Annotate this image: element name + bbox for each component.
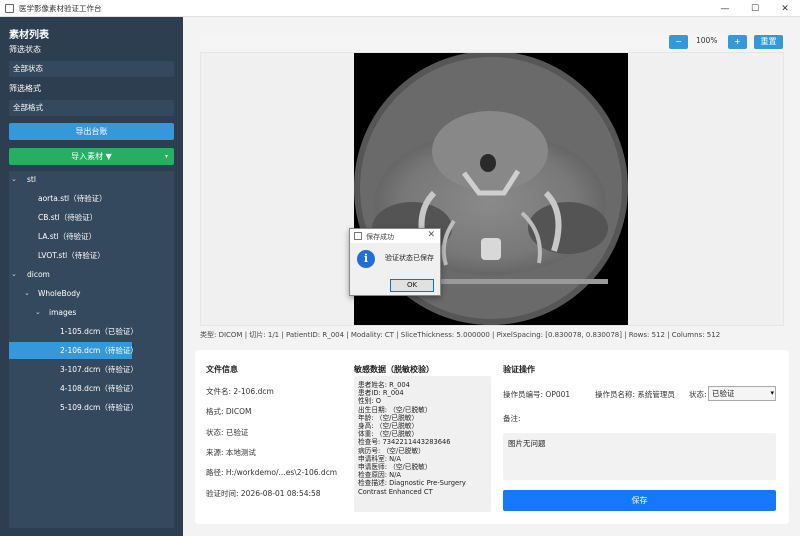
dialog-message: 验证状态已保存 (385, 254, 434, 262)
tree-file-la[interactable]: LA.stl（待验证） (38, 228, 96, 245)
sensitive-line: 病历号: （空/已脱敏） (358, 446, 425, 455)
status-filter-label: 筛选状态 (9, 45, 41, 54)
verified-time: 验证时间: 2026-08-01 08:54:58 (206, 489, 321, 498)
status-filter-select[interactable]: 全部状态 (9, 61, 174, 77)
chevron-down-icon[interactable]: ⌄ (24, 289, 30, 297)
sensitive-line: 性别: O (358, 397, 382, 406)
sensitive-line: 申请科室: N/A (358, 454, 401, 463)
tree-file-1-105[interactable]: 1-105.dcm（已验证） (60, 323, 138, 340)
tree-file-4-108[interactable]: 4-108.dcm（待验证） (60, 380, 138, 397)
save-button[interactable]: 保存 (503, 490, 776, 511)
dialog-title: 保存成功 (366, 233, 394, 241)
window-titlebar: 医学影像素材验证工作台 — ☐ ✕ (0, 0, 800, 17)
minimize-button[interactable]: — (710, 0, 740, 17)
file-source: 来源: 本地测试 (206, 448, 256, 457)
info-icon: i (357, 250, 375, 268)
dialog-titlebar: 保存成功 ✕ (350, 229, 440, 243)
save-success-dialog: 保存成功 ✕ i 验证状态已保存 OK (349, 228, 441, 296)
tree-file-aorta[interactable]: aorta.stl（待验证） (38, 190, 107, 207)
ok-button[interactable]: OK (390, 279, 434, 292)
file-info-title: 文件信息 (206, 365, 238, 374)
operator-id: 操作员编号: OP001 (503, 390, 571, 399)
tree-folder-images[interactable]: images (49, 304, 76, 321)
sensitive-line: 检查号: 7342211443283646 (358, 438, 451, 447)
tree-folder-dicom[interactable]: dicom (27, 266, 50, 283)
close-button[interactable]: ✕ (770, 0, 800, 17)
remark-textarea[interactable]: 图片无问题 (503, 433, 776, 480)
dicom-info-line: 类型: DICOM | 切片: 1/1 | PatientID: R_004 |… (200, 331, 721, 339)
zoom-in-button[interactable]: + (728, 35, 747, 49)
reset-button[interactable]: 重置 (754, 35, 783, 49)
sidebar-title: 素材列表 (9, 30, 49, 41)
sensitive-line: 年龄: （空/已脱敏） (358, 413, 419, 422)
zoom-out-button[interactable]: − (669, 35, 688, 49)
format-filter-label: 筛选格式 (9, 84, 41, 93)
sensitive-line: 检查描述: Diagnostic Pre-Surgery Contrast En… (358, 479, 466, 496)
operator-name: 操作员名称: 系统管理员 (595, 390, 675, 399)
chevron-down-icon[interactable]: ⌄ (11, 270, 17, 278)
import-material-button[interactable]: 导入素材 ▼ ▾ (9, 148, 174, 165)
remark-label: 备注: (503, 414, 521, 423)
tree-file-3-107[interactable]: 3-107.dcm（待验证） (60, 361, 138, 378)
status-select-value: 已验证 (712, 389, 735, 398)
maximize-button[interactable]: ☐ (740, 0, 770, 17)
dialog-app-icon (354, 232, 362, 240)
tree-file-5-109[interactable]: 5-109.dcm（待验证） (60, 399, 138, 416)
import-material-label: 导入素材 ▼ (71, 152, 112, 161)
sensitive-line: 出生日期: （空/已脱敏） (358, 405, 432, 414)
material-tree: ⌄ stl aorta.stl（待验证） CB.stl（待验证） LA.stl（… (9, 171, 174, 528)
app-icon (5, 3, 14, 13)
sensitive-line: 患者姓名: R_004 (358, 381, 410, 389)
chevron-down-icon[interactable]: ⌄ (11, 175, 17, 183)
file-path: 路径: H:/workdemo/...es\2-106.dcm (206, 468, 338, 477)
tree-folder-stl[interactable]: stl (27, 171, 36, 188)
verify-title: 验证操作 (503, 365, 535, 374)
window-title: 医学影像素材验证工作台 (19, 3, 102, 13)
sensitive-data-box: 患者姓名: R_004 患者ID: R_004 性别: O 出生日期: （空/已… (354, 376, 491, 512)
tree-file-cb[interactable]: CB.stl（待验证） (38, 209, 97, 226)
sensitive-line: 身高: （空/已脱敏） (358, 422, 419, 431)
sensitive-data-title: 敏感数据（脱敏校验） (354, 365, 434, 374)
status-select[interactable]: 已验证 ▾ (708, 386, 776, 401)
status-label: 状态: (689, 390, 707, 399)
sensitive-line: 申请医师: （空/已脱敏） (358, 463, 432, 472)
chevron-down-icon[interactable]: ▾ (770, 387, 774, 400)
zoom-level: 100% (696, 36, 718, 45)
tree-folder-wholebody[interactable]: WholeBody (38, 285, 80, 302)
sidebar: 素材列表 筛选状态 全部状态 筛选格式 全部格式 导出台账 导入素材 ▼ ▾ ⌄… (0, 17, 183, 536)
tree-file-2-106[interactable]: 2-106.dcm（待验证） (9, 342, 138, 359)
format-filter-select[interactable]: 全部格式 (9, 100, 174, 116)
chevron-down-icon[interactable]: ⌄ (35, 308, 41, 316)
close-icon[interactable]: ✕ (427, 230, 435, 240)
dropdown-arrow-icon[interactable]: ▾ (165, 148, 168, 165)
file-name: 文件名: 2-106.dcm (206, 387, 274, 396)
export-ledger-button[interactable]: 导出台账 (9, 123, 174, 140)
file-format: 格式: DICOM (206, 407, 252, 416)
file-status: 状态: 已验证 (206, 428, 249, 437)
tree-file-lvot[interactable]: LVOT.stl（待验证） (38, 247, 105, 264)
